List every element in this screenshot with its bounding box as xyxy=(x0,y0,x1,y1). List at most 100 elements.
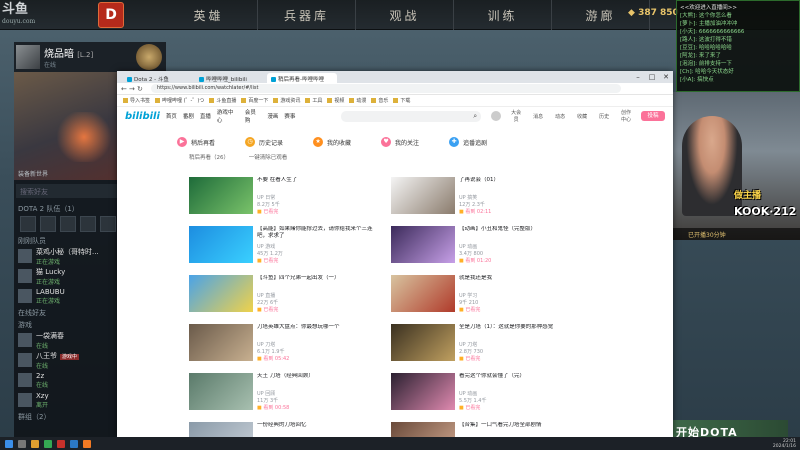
bookmark[interactable]: 百度一下 xyxy=(241,97,268,104)
video-title[interactable]: 【合集】一口气看完刀塔全部剧情 xyxy=(459,422,579,429)
video-author[interactable]: UP 刀塔 xyxy=(257,341,275,348)
bili-nav-anime[interactable]: 番剧 xyxy=(183,112,194,120)
bookmark[interactable]: 游戏资讯 xyxy=(273,97,300,104)
video-thumbnail[interactable] xyxy=(189,177,253,214)
bilibili-logo[interactable]: bilibili xyxy=(125,111,160,122)
bookmark[interactable]: 导入书签 xyxy=(123,97,150,104)
video-thumbnail[interactable] xyxy=(189,373,253,410)
browser-tab[interactable]: Dota 2 - 斗鱼 xyxy=(123,73,193,83)
video-author[interactable]: UP 动画 xyxy=(459,390,477,397)
video-card[interactable]: 【高能】如果赌你能撑过去，请你给我来个三连吧，求求了 UP 游戏45万 1.2万已… xyxy=(189,226,379,266)
video-thumbnail[interactable] xyxy=(391,177,455,214)
start-icon[interactable] xyxy=(5,439,13,448)
explorer-icon[interactable] xyxy=(31,439,39,448)
url-input[interactable]: https://www.bilibili.com/watchlater/#/li… xyxy=(151,84,621,93)
video-title[interactable]: 全是刀塔（1）：这就是你要的那种感觉 xyxy=(459,324,579,331)
video-card[interactable]: 一份经典的刀塔回忆UP 刀塔1.2万 300已看完 xyxy=(189,422,379,437)
bookmark[interactable]: 工具 xyxy=(305,97,322,104)
forward-icon[interactable]: → xyxy=(129,85,137,93)
video-thumbnail[interactable] xyxy=(189,226,253,263)
minimize-icon[interactable]: – xyxy=(631,71,645,83)
search-icon[interactable] xyxy=(18,439,26,448)
nav-learn[interactable]: 训练 xyxy=(454,0,552,30)
video-card[interactable]: 刀塔英雄大盘点：你最想玩哪一个 UP 刀塔6.1万 1.9千看到 05:42 xyxy=(189,324,379,364)
creator-icon[interactable]: 创作中心 xyxy=(619,109,633,123)
clock[interactable]: 22:01 2024/1/16 xyxy=(773,439,796,449)
bookmark[interactable]: 视频 xyxy=(327,97,344,104)
video-title[interactable]: 刀塔英雄大盘点：你最想玩哪一个 xyxy=(257,324,377,331)
browser-tab[interactable]: 哔哩哔哩_bilibili xyxy=(195,73,265,83)
video-author[interactable]: UP 学习 xyxy=(459,292,477,299)
bookmark[interactable]: 哔哩哔哩 (゜-゜)つ xyxy=(155,97,204,104)
bili-nav-home[interactable]: 首页 xyxy=(166,112,177,120)
bookmark[interactable]: 音乐 xyxy=(371,97,388,104)
tab-watch-later[interactable]: ▶ 稍后再看 xyxy=(177,133,215,151)
video-title[interactable]: 一份经典的刀塔回忆 xyxy=(257,422,377,429)
nav-armory[interactable]: 兵器库 xyxy=(258,0,356,30)
video-title[interactable]: 就是我还是我 xyxy=(459,275,579,282)
tab-history[interactable]: ◷ 历史记录 xyxy=(245,133,283,151)
shard-balance[interactable]: ◆ 387 850 xyxy=(628,8,679,18)
nav-watch[interactable]: 观战 xyxy=(356,0,454,30)
bili-search-input[interactable]: ⌕ xyxy=(341,110,482,122)
tab-favorites[interactable]: ★ 我的收藏 xyxy=(313,133,351,151)
video-author[interactable]: UP 日常 xyxy=(257,194,275,201)
video-card[interactable]: 看完这个你就会懂了（完） UP 动画5.5万 1.4千已看完 xyxy=(391,373,581,413)
dynamic-icon[interactable]: 动态 xyxy=(553,113,567,120)
party-slot[interactable] xyxy=(20,216,36,232)
video-card[interactable]: 天王 刀塔（经典回顾） UP 回顾11万 3千看到 00:58 xyxy=(189,373,379,413)
maximize-icon[interactable]: □ xyxy=(645,71,659,83)
avatar[interactable] xyxy=(491,111,502,121)
video-thumbnail[interactable] xyxy=(189,422,253,437)
nav-heroes[interactable]: 英雄 xyxy=(160,0,258,30)
video-thumbnail[interactable] xyxy=(189,324,253,361)
party-slot[interactable] xyxy=(60,216,76,232)
douyu-icon[interactable] xyxy=(83,439,91,448)
video-title[interactable]: 了再说会（01） xyxy=(459,177,579,184)
search-icon[interactable]: ⌕ xyxy=(473,112,477,121)
bili-nav-game[interactable]: 游戏中心 xyxy=(217,108,239,124)
video-card[interactable]: 【合集】一口气看完刀塔全部剧情UP 合集33万 9千看到 12:30 xyxy=(391,422,581,437)
upload-button[interactable]: 投稿 xyxy=(641,111,666,121)
reload-icon[interactable]: ↻ xyxy=(137,85,145,93)
bookmark[interactable]: 斗鱼直播 xyxy=(209,97,236,104)
video-author[interactable]: UP 动画 xyxy=(459,243,477,250)
profile-header[interactable]: 烧品暗 [L.2] 在线 xyxy=(14,42,166,72)
video-thumbnail[interactable] xyxy=(391,373,455,410)
history-icon[interactable]: 历史 xyxy=(597,113,611,120)
video-title[interactable]: 天王 刀塔（经典回顾） xyxy=(257,373,377,380)
bookmark[interactable]: 下载 xyxy=(393,97,410,104)
video-card[interactable]: 不要 在看人生了 UP 日常8.2万 5千已看完 xyxy=(189,177,379,217)
bili-nav-manga[interactable]: 漫画 xyxy=(267,112,278,120)
tab-following[interactable]: ♥ 我的关注 xyxy=(381,133,419,151)
party-slot[interactable] xyxy=(100,216,116,232)
favorite-icon[interactable]: 收藏 xyxy=(575,113,589,120)
video-author[interactable]: UP 搞笑 xyxy=(459,194,477,201)
bili-nav-esports[interactable]: 赛事 xyxy=(284,112,295,120)
bili-nav-live[interactable]: 直播 xyxy=(200,112,211,120)
message-icon[interactable]: 消息 xyxy=(531,113,545,120)
dota-logo[interactable]: D xyxy=(98,2,124,28)
video-author[interactable]: UP 回顾 xyxy=(257,390,275,397)
browser-tab-active[interactable]: 稍后再看-哔哩哔哩 xyxy=(267,73,337,83)
clear-watched-button[interactable]: 一键清除已观看 xyxy=(249,155,288,161)
close-icon[interactable]: ✕ xyxy=(659,71,673,83)
video-author[interactable]: UP 刀塔 xyxy=(459,341,477,348)
video-title[interactable]: 【斗鱼】四个兄弟一起出发（一） xyxy=(257,275,377,282)
rank-medal-icon[interactable] xyxy=(136,44,162,70)
profile-avatar[interactable] xyxy=(16,45,40,69)
video-thumbnail[interactable] xyxy=(189,275,253,312)
video-title[interactable]: 看完这个你就会懂了（完） xyxy=(459,373,579,380)
video-thumbnail[interactable] xyxy=(391,275,455,312)
bili-nav-shop[interactable]: 会员购 xyxy=(245,108,261,124)
video-title[interactable]: 不要 在看人生了 xyxy=(257,177,377,184)
video-card[interactable]: 了再说会（01） UP 搞笑12万 2.3千看到 02:11 xyxy=(391,177,581,217)
video-title[interactable]: 【动画】小丑和鬼怪（完整版） xyxy=(459,226,579,233)
steam-icon[interactable] xyxy=(70,439,78,448)
video-thumbnail[interactable] xyxy=(391,226,455,263)
video-title[interactable]: 【高能】如果赌你能撑过去，请你给我来个三连吧，求求了 xyxy=(257,226,377,240)
bookmark[interactable]: 动漫 xyxy=(349,97,366,104)
video-author[interactable]: UP 游戏 xyxy=(257,243,275,250)
vip-icon[interactable]: 大会员 xyxy=(509,109,523,123)
video-card[interactable]: 全是刀塔（1）：这就是你要的那种感觉 UP 刀塔2.8万 730已看完 xyxy=(391,324,581,364)
